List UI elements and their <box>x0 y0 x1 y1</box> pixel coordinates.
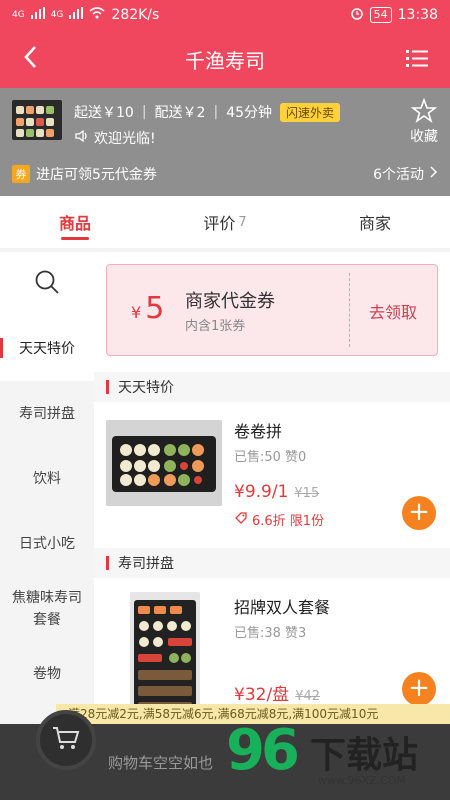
tab-merchant[interactable]: 商家 <box>300 196 450 248</box>
star-icon <box>410 98 438 124</box>
product-sales: 已售:38 赞3 <box>234 626 307 641</box>
network-indicator-2: 4G <box>50 10 64 20</box>
watermark-brand: 下载站 <box>310 735 419 776</box>
review-count: 7 <box>238 214 247 230</box>
store-logo <box>12 100 62 140</box>
chevron-right-icon <box>430 166 438 182</box>
tab-products[interactable]: 商品 <box>0 196 150 248</box>
add-to-cart-button[interactable]: + <box>402 496 436 530</box>
coupon-promo-text: 进店可领5元代金券 <box>36 167 157 183</box>
voucher-divider <box>349 273 350 347</box>
watermark: 96 下载站 www.96XZ.COM <box>226 718 448 798</box>
original-price: ¥15 <box>294 486 320 501</box>
search-button[interactable] <box>0 252 94 316</box>
signal-icon <box>30 7 45 23</box>
list-item[interactable]: 招牌双人套餐 已售:38 赞3 ¥32/盘 ¥42 + <box>94 580 450 722</box>
tab-label: 评价 <box>203 214 236 233</box>
original-price: ¥42 <box>295 689 321 704</box>
tab-label: 商品 <box>58 214 91 233</box>
coupon-promo-row[interactable]: 券 进店可领5元代金券 6个活动 <box>12 164 438 184</box>
sidebar-item-sushi-platter[interactable]: 寿司拼盘 <box>0 381 94 446</box>
shopping-cart-icon <box>51 725 81 755</box>
tab-bar: 商品 评价 7 商家 <box>0 196 450 248</box>
section-header: 寿司拼盘 <box>94 548 450 578</box>
voucher-card[interactable]: ¥5 商家代金券 内含1张券 去领取 <box>106 264 438 356</box>
tag-icon <box>234 511 248 529</box>
cart-empty-text: 购物车空空如也 <box>108 754 214 772</box>
cart-button[interactable] <box>36 710 96 770</box>
claim-voucher-button[interactable]: 去领取 <box>369 299 417 323</box>
list-item[interactable]: 卷卷拼 已售:50 赞0 ¥9.9/1 ¥15 6.6折 限1份 + <box>94 404 450 544</box>
search-icon <box>34 269 60 299</box>
add-to-cart-button[interactable]: + <box>402 672 436 706</box>
watermark-url: www.96XZ.COM <box>318 774 406 787</box>
status-right: 54 13:38 <box>350 6 438 24</box>
product-image <box>106 420 222 506</box>
watermark-number: 96 <box>226 718 300 783</box>
store-delivery-info: 起送￥10 | 配送￥2 | 45分钟 闪速外卖 <box>74 102 341 122</box>
tab-reviews[interactable]: 评价 7 <box>150 196 300 248</box>
sidebar-item-drinks[interactable]: 饮料 <box>0 446 94 511</box>
sidebar-item-label: 日式小吃 <box>19 535 75 552</box>
title-bar: 千渔寿司 <box>0 30 450 88</box>
status-bar: 4G 4G 282K/s 54 13:38 <box>0 0 450 30</box>
activities-count: 6个活动 <box>373 167 424 183</box>
delivery-fee: 配送￥2 <box>154 105 206 121</box>
time: 13:38 <box>397 7 438 23</box>
product-sales: 已售:50 赞0 <box>234 450 307 465</box>
sidebar-item-daily-special[interactable]: 天天特价 <box>0 316 94 381</box>
welcome-text: 欢迎光临! <box>94 131 156 147</box>
product-name: 招牌双人套餐 <box>234 598 331 617</box>
sidebar-item-japanese-snacks[interactable]: 日式小吃 <box>0 511 94 576</box>
sidebar-item-label: 寿司拼盘 <box>19 405 75 422</box>
network-indicator: 4G <box>12 10 25 20</box>
list-menu-icon[interactable] <box>406 48 428 68</box>
flash-delivery-tag: 闪速外卖 <box>280 102 341 122</box>
back-icon[interactable] <box>22 44 38 77</box>
min-order: 起送￥10 <box>74 105 134 121</box>
sidebar-item-label: 卷物 <box>33 665 61 682</box>
favorite-label: 收藏 <box>410 129 438 145</box>
page-title: 千渔寿司 <box>185 48 265 73</box>
status-left: 4G 4G 282K/s <box>12 7 350 23</box>
sidebar-item-label: 天天特价 <box>19 340 75 357</box>
discount-text: 6.6折 限1份 <box>252 514 325 529</box>
battery-indicator: 54 <box>369 7 392 23</box>
alarm-icon <box>350 6 364 24</box>
section-header: 天天特价 <box>94 372 450 402</box>
product-price: ¥9.9/1 <box>234 482 289 502</box>
product-price-row: ¥32/盘 ¥42 <box>234 680 320 705</box>
product-image <box>130 592 200 722</box>
sidebar-item-label: 饮料 <box>33 470 61 487</box>
favorite-button[interactable]: 收藏 <box>410 98 438 146</box>
voucher-title: 商家代金券 <box>185 291 275 312</box>
delivery-time: 45分钟 <box>226 105 273 121</box>
store-notice: 欢迎光临! <box>74 128 156 148</box>
sidebar-item-label: 焦糖味寿司套餐 <box>12 589 82 628</box>
network-speed: 282K/s <box>111 7 160 23</box>
speaker-icon <box>74 129 90 147</box>
voucher-amount: ¥5 <box>131 291 164 326</box>
sidebar-item-caramel-sushi-set[interactable]: 焦糖味寿司套餐 <box>0 576 94 641</box>
wifi-icon <box>89 7 105 23</box>
coupon-chip-icon: 券 <box>12 165 30 183</box>
sidebar-item-rolls[interactable]: 卷物 <box>0 641 94 706</box>
voucher-value: 5 <box>145 291 165 326</box>
product-name: 卷卷拼 <box>234 422 283 441</box>
signal-icon-2 <box>69 7 84 23</box>
discount-info: 6.6折 限1份 <box>234 510 324 529</box>
product-price: ¥32/盘 <box>234 685 290 705</box>
tab-label: 商家 <box>358 214 391 233</box>
voucher-subtitle: 内含1张券 <box>185 319 246 334</box>
product-price-row: ¥9.9/1 ¥15 <box>234 482 319 502</box>
store-header: 起送￥10 | 配送￥2 | 45分钟 闪速外卖 欢迎光临! 收藏 券 进店可领… <box>0 88 450 196</box>
voucher-currency: ¥ <box>131 303 142 322</box>
